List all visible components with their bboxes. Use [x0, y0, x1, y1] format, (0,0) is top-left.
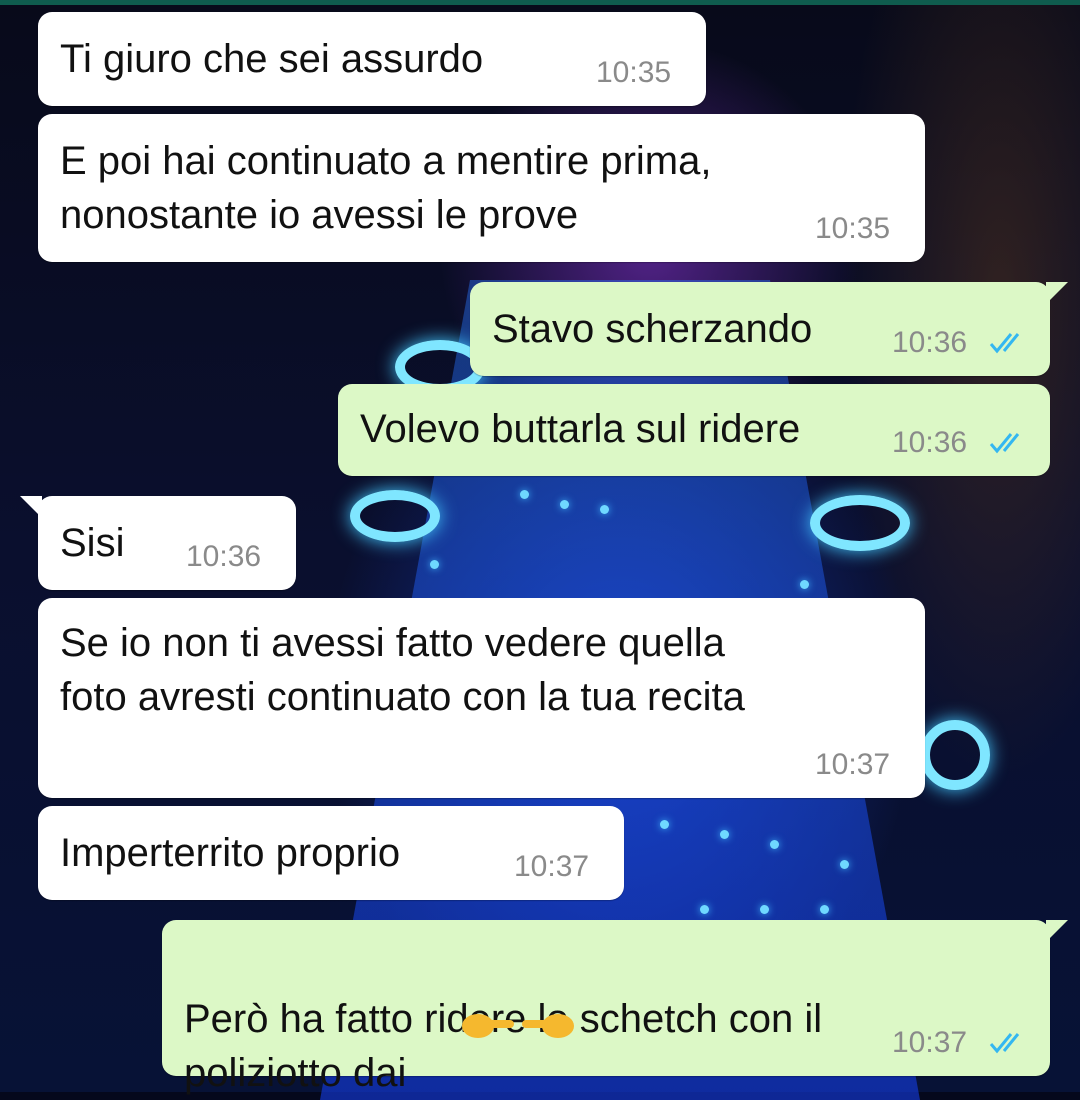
wallpaper-ring — [920, 720, 990, 790]
double-check-icon — [989, 1033, 1020, 1054]
wallpaper-dot — [820, 905, 829, 914]
message-text: E poi hai continuato a mentire prima, no… — [60, 139, 712, 237]
message-bubble-incoming[interactable]: Ti giuro che sei assurdo 10:35 — [38, 12, 706, 106]
wallpaper-ring — [350, 490, 440, 542]
wallpaper-dot — [840, 860, 849, 869]
message-text: Stavo scherzando — [492, 307, 813, 351]
pointing-hands-emoji — [462, 1014, 574, 1038]
message-bubble-incoming[interactable]: Sisi 10:36 — [20, 496, 296, 590]
wallpaper-dot — [560, 500, 569, 509]
wallpaper-dot — [430, 560, 439, 569]
message-bubble-outgoing[interactable]: Però ha fatto ridere lo schetch con il p… — [162, 920, 1068, 1095]
wallpaper-dot — [720, 830, 729, 839]
double-check-icon — [989, 433, 1020, 454]
double-check-icon — [989, 333, 1020, 354]
message-bubble-outgoing[interactable]: Volevo buttarla sul ridere 10:36 — [338, 384, 1050, 476]
wallpaper-dot — [660, 820, 669, 829]
message-timestamp: 10:37 — [815, 748, 891, 781]
message-timestamp: 10:35 — [815, 212, 891, 245]
message-timestamp: 10:35 — [596, 56, 672, 89]
status-strip — [0, 0, 1080, 5]
wallpaper-dot — [770, 840, 779, 849]
message-text: Sisi — [60, 521, 125, 565]
wallpaper-ring — [810, 495, 910, 551]
message-bubble-incoming[interactable]: E poi hai continuato a mentire prima, no… — [38, 114, 925, 262]
message-text: Ti giuro che sei assurdo — [60, 37, 484, 81]
wallpaper-dot — [520, 490, 529, 499]
message-timestamp: 10:36 — [892, 326, 968, 359]
message-text: Volevo buttarla sul ridere — [360, 407, 801, 451]
message-timestamp: 10:37 — [892, 1026, 968, 1059]
message-text: Imperterrito proprio — [60, 831, 401, 875]
message-text: Se io non ti avessi fatto vedere quella … — [60, 621, 745, 719]
message-bubble-incoming[interactable]: Se io non ti avessi fatto vedere quella … — [38, 598, 925, 798]
wallpaper-dot — [600, 505, 609, 514]
message-timestamp: 10:36 — [186, 540, 262, 573]
wallpaper-dot — [800, 580, 809, 589]
message-timestamp: 10:36 — [892, 426, 968, 459]
message-bubble-outgoing[interactable]: Stavo scherzando 10:36 — [470, 282, 1068, 376]
wallpaper-dot — [700, 905, 709, 914]
message-timestamp: 10:37 — [514, 850, 590, 883]
message-bubble-incoming[interactable]: Imperterrito proprio 10:37 — [38, 806, 624, 900]
wallpaper-dot — [760, 905, 769, 914]
